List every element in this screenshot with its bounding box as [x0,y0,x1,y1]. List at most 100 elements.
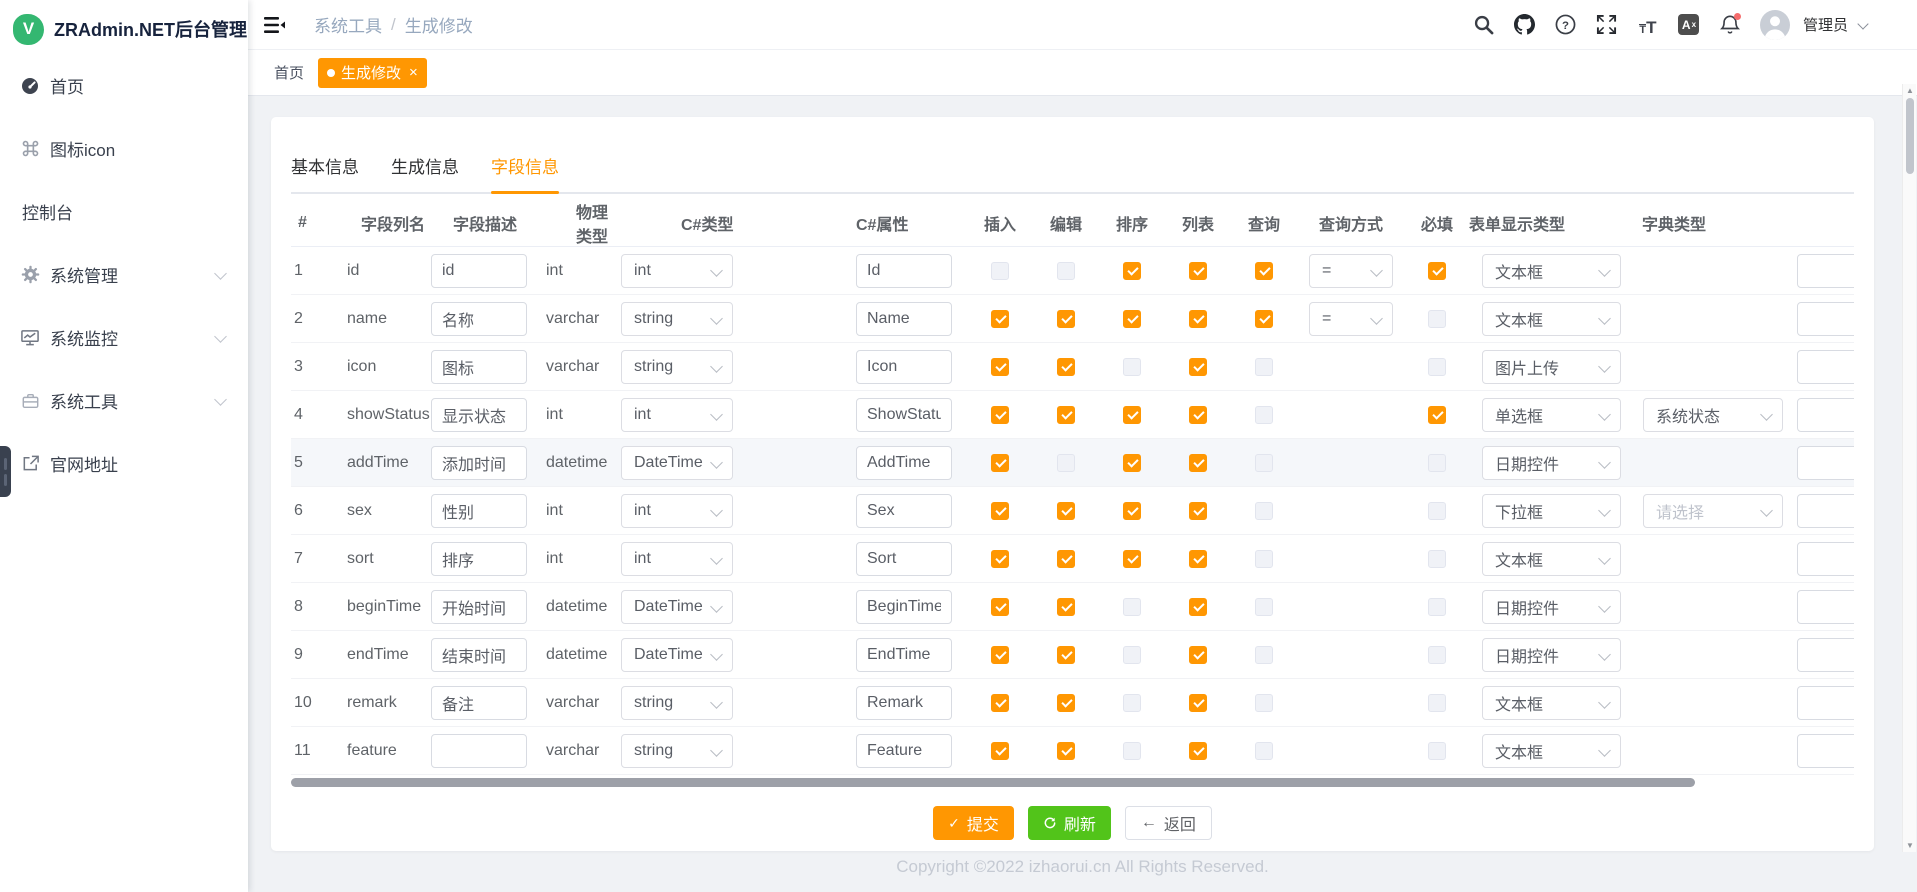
sort-checkbox-unchecked[interactable] [1123,694,1141,712]
edit-checkbox-checked[interactable] [1057,694,1075,712]
sort-checkbox-unchecked[interactable] [1123,358,1141,376]
required-checkbox-unchecked[interactable] [1428,454,1446,472]
list-checkbox-checked[interactable] [1189,646,1207,664]
font-size-icon[interactable]: TT [1637,14,1659,36]
edit-checkbox-checked[interactable] [1057,598,1075,616]
insert-checkbox-checked[interactable] [991,598,1009,616]
extra-input[interactable] [1797,254,1854,288]
edit-checkbox-unchecked[interactable] [1057,262,1075,280]
tab-1[interactable]: 基本信息 [291,153,359,192]
required-checkbox-unchecked[interactable] [1428,358,1446,376]
required-checkbox-unchecked[interactable] [1428,550,1446,568]
display-type-select[interactable]: 图片上传 [1482,350,1621,384]
list-checkbox-checked[interactable] [1189,454,1207,472]
cs-type-select[interactable]: string [621,350,733,384]
sort-checkbox-checked[interactable] [1123,550,1141,568]
sidebar-item-1[interactable]: 首页 [0,54,248,117]
sidebar-item-2[interactable]: 图标icon [0,117,248,180]
sidebar-item-5[interactable]: 系统监控 [0,306,248,369]
field-desc-input[interactable] [431,590,527,624]
sort-checkbox-unchecked[interactable] [1123,598,1141,616]
query-checkbox-unchecked[interactable] [1255,358,1273,376]
insert-checkbox-checked[interactable] [991,646,1009,664]
edit-checkbox-unchecked[interactable] [1057,454,1075,472]
field-desc-input[interactable] [431,254,527,288]
tag-home[interactable]: 首页 [274,62,304,83]
required-checkbox-checked[interactable] [1428,262,1446,280]
insert-checkbox-checked[interactable] [991,694,1009,712]
cs-type-select[interactable]: int [621,254,733,288]
cs-type-select[interactable]: string [621,686,733,720]
insert-checkbox-unchecked[interactable] [991,262,1009,280]
cs-property-input[interactable] [856,542,952,576]
cs-type-select[interactable]: DateTime [621,446,733,480]
list-checkbox-checked[interactable] [1189,310,1207,328]
cs-property-input[interactable] [856,254,952,288]
field-desc-input[interactable] [431,638,527,672]
sidebar-item-7[interactable]: 官网地址 [0,432,248,495]
sidebar-toggle-icon[interactable] [264,15,288,35]
sort-checkbox-checked[interactable] [1123,502,1141,520]
insert-checkbox-checked[interactable] [991,310,1009,328]
tag-active[interactable]: 生成修改 × [318,58,427,88]
cs-type-select[interactable]: DateTime [621,590,733,624]
insert-checkbox-checked[interactable] [991,358,1009,376]
display-type-select[interactable]: 文本框 [1482,302,1621,336]
back-button[interactable]: ←返回 [1125,806,1212,840]
insert-checkbox-checked[interactable] [991,406,1009,424]
display-type-select[interactable]: 文本框 [1482,542,1621,576]
sidebar-item-6[interactable]: 系统工具 [0,369,248,432]
field-desc-input[interactable] [431,686,527,720]
cs-property-input[interactable] [856,398,952,432]
app-logo[interactable]: V ZRAdmin.NET后台管理 [0,0,248,44]
list-checkbox-checked[interactable] [1189,694,1207,712]
scroll-up-arrow-icon[interactable]: ▲ [1903,86,1917,95]
vertical-scrollbar[interactable]: ▲ ▼ [1902,84,1916,852]
query-checkbox-checked[interactable] [1255,262,1273,280]
extra-input[interactable] [1797,686,1854,720]
extra-input[interactable] [1797,590,1854,624]
username[interactable]: 管理员 [1803,14,1848,35]
user-avatar[interactable] [1760,10,1790,40]
list-checkbox-checked[interactable] [1189,550,1207,568]
sort-checkbox-checked[interactable] [1123,406,1141,424]
query-checkbox-unchecked[interactable] [1255,454,1273,472]
horizontal-scrollbar[interactable] [291,778,1695,787]
extra-input[interactable] [1797,494,1854,528]
sidebar-item-4[interactable]: 系统管理 [0,243,248,306]
required-checkbox-unchecked[interactable] [1428,694,1446,712]
cs-property-input[interactable] [856,350,952,384]
cs-property-input[interactable] [856,302,952,336]
edit-checkbox-checked[interactable] [1057,550,1075,568]
cs-type-select[interactable]: DateTime [621,638,733,672]
sort-checkbox-unchecked[interactable] [1123,742,1141,760]
required-checkbox-checked[interactable] [1428,406,1446,424]
sort-checkbox-checked[interactable] [1123,454,1141,472]
query-checkbox-unchecked[interactable] [1255,646,1273,664]
field-desc-input[interactable] [431,350,527,384]
insert-checkbox-checked[interactable] [991,742,1009,760]
cs-property-input[interactable] [856,734,952,768]
display-type-select[interactable]: 日期控件 [1482,446,1621,480]
edit-checkbox-checked[interactable] [1057,742,1075,760]
tag-close-icon[interactable]: × [409,65,418,80]
list-checkbox-checked[interactable] [1189,262,1207,280]
query-checkbox-unchecked[interactable] [1255,502,1273,520]
cs-type-select[interactable]: string [621,734,733,768]
required-checkbox-unchecked[interactable] [1428,598,1446,616]
query-checkbox-unchecked[interactable] [1255,598,1273,616]
cs-type-select[interactable]: int [621,494,733,528]
edit-checkbox-checked[interactable] [1057,502,1075,520]
edit-checkbox-checked[interactable] [1057,310,1075,328]
list-checkbox-checked[interactable] [1189,598,1207,616]
required-checkbox-unchecked[interactable] [1428,502,1446,520]
refresh-button[interactable]: 刷新 [1028,806,1111,840]
edit-checkbox-checked[interactable] [1057,646,1075,664]
tab-2[interactable]: 生成信息 [391,153,459,192]
field-desc-input[interactable] [431,398,527,432]
github-icon[interactable] [1514,14,1536,36]
extra-input[interactable] [1797,542,1854,576]
cs-type-select[interactable]: int [621,398,733,432]
display-type-select[interactable]: 下拉框 [1482,494,1621,528]
tab-3[interactable]: 字段信息 [491,153,559,192]
